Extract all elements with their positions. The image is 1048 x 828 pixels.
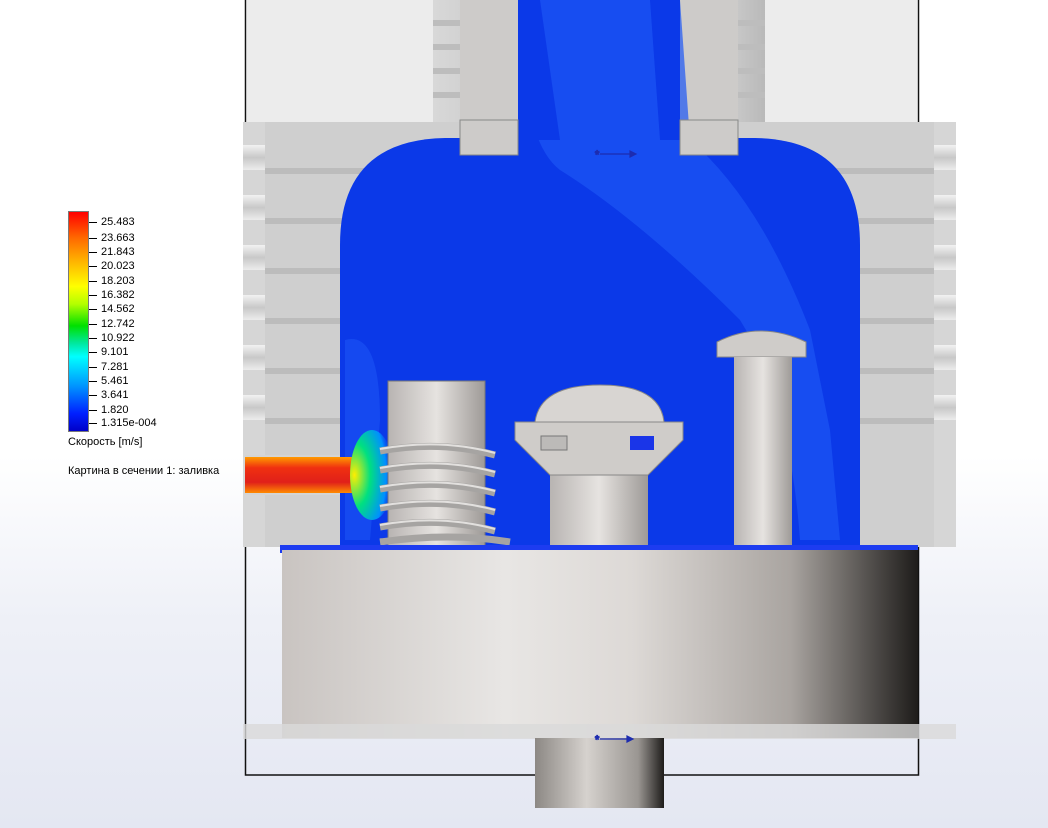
legend-tick: 9.101 — [89, 346, 129, 358]
legend-color-bar — [68, 211, 89, 432]
base-block — [282, 550, 918, 738]
high-velocity-jet — [245, 457, 363, 493]
legend-title: Скорость [m/s] — [68, 436, 143, 448]
legend-tick: 18.203 — [89, 275, 135, 287]
legend-tick: 21.843 — [89, 246, 135, 258]
legend-tick: 1.315e-004 — [89, 417, 157, 429]
legend-tick: 1.820 — [89, 404, 129, 416]
svg-text:*: * — [595, 149, 600, 161]
base-ledge — [243, 724, 956, 739]
valve-stem — [550, 470, 648, 552]
svg-text:*: * — [595, 734, 600, 746]
legend-tick: 20.023 — [89, 260, 135, 272]
legend-tick: 7.281 — [89, 361, 129, 373]
graphics-viewport[interactable]: * * 25.483 23.663 21.843 20.023 18.203 1… — [0, 0, 1048, 828]
pipe-collar-right — [679, 119, 739, 156]
legend-tick: 3.641 — [89, 389, 129, 401]
inlet-flow-streak — [540, 0, 660, 140]
pin-shaft — [734, 357, 792, 552]
legend-tick: 12.742 — [89, 318, 135, 330]
legend-tick: 25.483 — [89, 216, 135, 228]
valve-slot-left — [540, 435, 568, 451]
legend-tick: 23.663 — [89, 232, 135, 244]
valve-slot-right — [630, 436, 654, 450]
section-view[interactable]: * * — [0, 0, 1048, 828]
pipe-collar-left — [459, 119, 519, 156]
cut-plot-caption: Картина в сечении 1: заливка — [68, 465, 220, 477]
legend-tick: 16.382 — [89, 289, 135, 301]
legend-tick: 10.922 — [89, 332, 135, 344]
legend-tick: 14.562 — [89, 303, 135, 315]
legend-tick: 5.461 — [89, 375, 129, 387]
outlet-stem — [535, 738, 664, 808]
